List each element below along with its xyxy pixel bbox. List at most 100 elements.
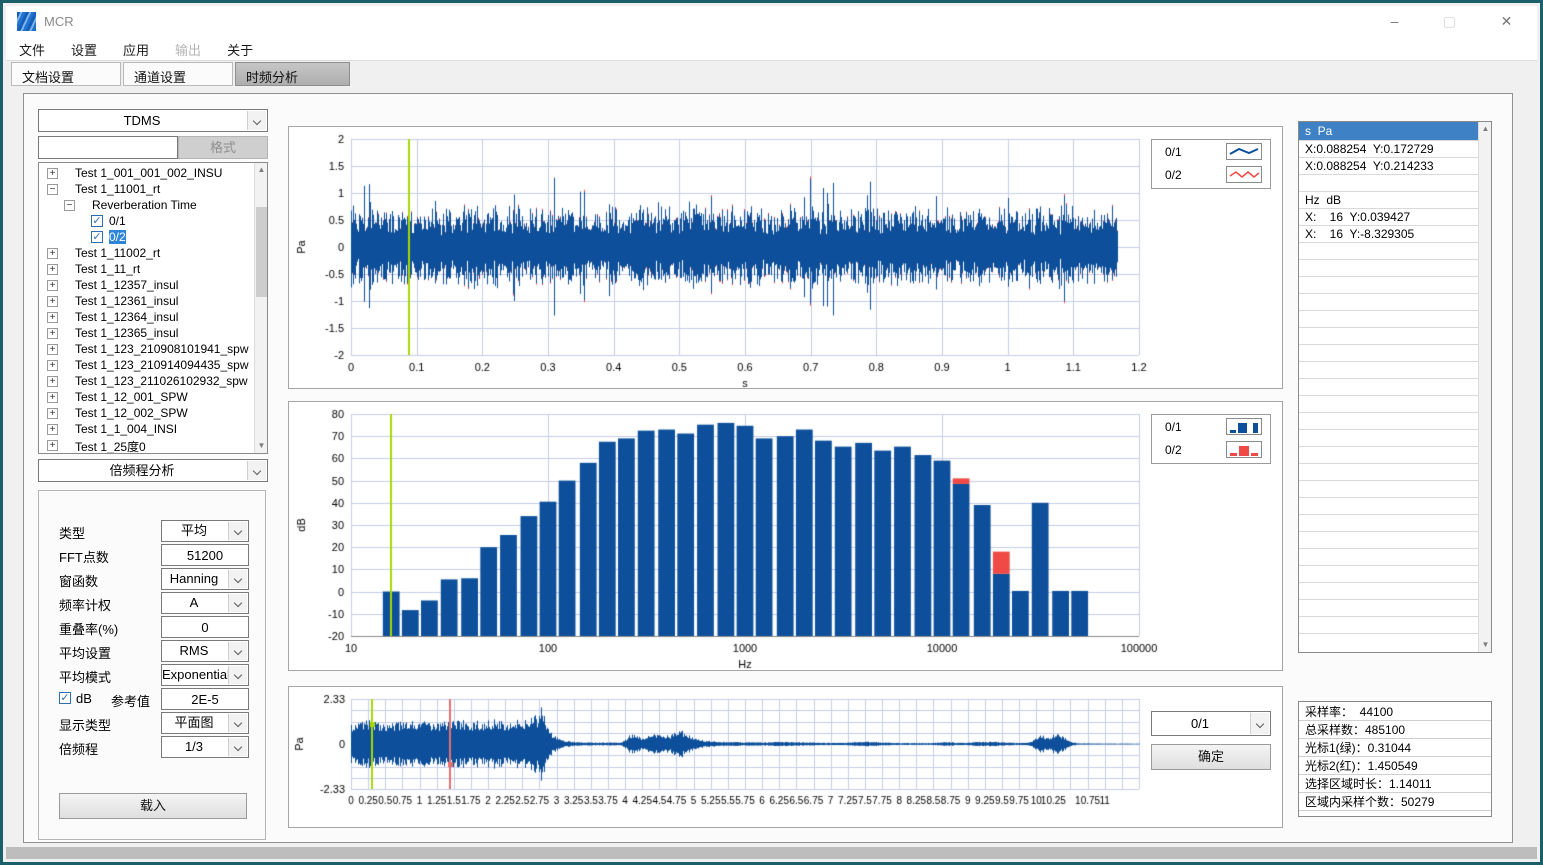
time-waveform-chart[interactable] bbox=[289, 127, 1282, 388]
expand-icon[interactable]: + bbox=[47, 344, 58, 355]
tree-item-label[interactable]: Test 1_12357_insul bbox=[75, 278, 178, 292]
menu-item-4[interactable]: 关于 bbox=[214, 36, 266, 63]
filter-input[interactable] bbox=[38, 136, 178, 159]
tree-item[interactable]: + Test 1_123_210914094435_spw bbox=[39, 357, 254, 373]
db-checkbox[interactable]: ✓ bbox=[59, 692, 71, 704]
readout-row[interactable]: X:0.088254 Y:0.214233 bbox=[1299, 158, 1478, 175]
tree-item[interactable]: +Test 1_12_001_SPW bbox=[39, 389, 254, 405]
readout-row[interactable]: X:0.088254 Y:0.172729 bbox=[1299, 141, 1478, 158]
readout-empty-row[interactable] bbox=[1299, 260, 1478, 277]
readout-row[interactable]: X: 16 Y:-8.329305 bbox=[1299, 226, 1478, 243]
param-select[interactable]: 1/3 bbox=[161, 736, 249, 758]
param-select[interactable]: A bbox=[161, 592, 249, 614]
tree-item-label[interactable]: Test 1_25度0 bbox=[75, 438, 146, 454]
legend-entry[interactable]: 0/1 bbox=[1152, 140, 1270, 163]
readout-empty-row[interactable] bbox=[1299, 464, 1478, 481]
tree-item[interactable]: + Test 1_123_210908101941_spw bbox=[39, 341, 254, 357]
tree-item-label[interactable]: Test 1_12365_insul bbox=[75, 326, 178, 340]
readout-empty-row[interactable] bbox=[1299, 447, 1478, 464]
tree-item[interactable]: +Test 1_11002_rt bbox=[39, 245, 254, 261]
tree-item[interactable]: +Test 1_001_001_002_INSU bbox=[39, 165, 254, 181]
legend-entry[interactable]: 0/2 bbox=[1152, 163, 1270, 186]
param-input[interactable] bbox=[161, 688, 249, 710]
tree-item[interactable]: + Test 1_12_002_SPW bbox=[39, 405, 254, 421]
chevron-down-icon[interactable] bbox=[228, 666, 247, 684]
scroll-down-icon[interactable]: ▼ bbox=[1479, 638, 1492, 652]
param-select[interactable]: 平均 bbox=[161, 520, 249, 542]
readout-scrollbar[interactable]: ▲ ▼ bbox=[1478, 122, 1491, 652]
tree-item[interactable]: ✓ 0/1 bbox=[39, 213, 254, 229]
expand-icon[interactable]: + bbox=[47, 424, 58, 435]
expand-icon[interactable]: + bbox=[47, 440, 58, 451]
readout-empty-row[interactable] bbox=[1299, 379, 1478, 396]
readout-empty-row[interactable] bbox=[1299, 583, 1478, 600]
param-select[interactable]: Hanning bbox=[161, 568, 249, 590]
chevron-down-icon[interactable] bbox=[247, 111, 266, 130]
param-input[interactable] bbox=[161, 544, 249, 566]
minimize-button[interactable]: – bbox=[1372, 6, 1417, 36]
chevron-down-icon[interactable] bbox=[228, 522, 247, 540]
tree-item-label[interactable]: Reverberation Time bbox=[92, 198, 197, 212]
tree-item-label[interactable]: Test 1_001_001_002_INSU bbox=[75, 166, 222, 180]
expand-icon[interactable]: + bbox=[47, 360, 58, 371]
file-format-select[interactable]: TDMS bbox=[38, 109, 268, 132]
tree-item[interactable]: −Test 1_11001_rt bbox=[39, 181, 254, 197]
tree-item-label[interactable]: Test 1_11_rt bbox=[75, 262, 140, 276]
readout-empty-row[interactable] bbox=[1299, 311, 1478, 328]
tab-time-frequency-analysis[interactable]: 时频分析 bbox=[235, 62, 350, 86]
readout-empty-row[interactable] bbox=[1299, 294, 1478, 311]
readout-empty-row[interactable] bbox=[1299, 277, 1478, 294]
readout-empty-row[interactable] bbox=[1299, 430, 1478, 447]
third-octave-spectrum-chart[interactable] bbox=[289, 402, 1282, 670]
expand-icon[interactable]: + bbox=[47, 280, 58, 291]
expand-icon[interactable]: + bbox=[47, 248, 58, 259]
tree-item-label[interactable]: Test 1_12_002_SPW bbox=[75, 406, 188, 420]
legend-entry[interactable]: 0/1 bbox=[1152, 415, 1270, 438]
readout-row[interactable] bbox=[1299, 175, 1478, 192]
maximize-button[interactable]: ▢ bbox=[1427, 6, 1472, 36]
expand-icon[interactable]: + bbox=[47, 312, 58, 323]
tree-item-label[interactable]: Test 1_123_210908101941_spw bbox=[75, 342, 248, 356]
menu-item-0[interactable]: 文件 bbox=[6, 36, 58, 63]
tree-item[interactable]: + Test 1_25度0 bbox=[39, 437, 254, 453]
readout-empty-row[interactable] bbox=[1299, 566, 1478, 583]
expand-icon[interactable]: + bbox=[47, 296, 58, 307]
tree-item[interactable]: − Reverberation Time bbox=[39, 197, 254, 213]
tree-item[interactable]: ✓0/2 bbox=[39, 229, 254, 245]
tree-item-label[interactable]: 0/1 bbox=[109, 214, 126, 228]
chevron-down-icon[interactable] bbox=[228, 594, 247, 612]
readout-empty-row[interactable] bbox=[1299, 600, 1478, 617]
readout-empty-row[interactable] bbox=[1299, 328, 1478, 345]
tree-scroll-thumb[interactable] bbox=[256, 207, 267, 297]
chevron-down-icon[interactable] bbox=[228, 642, 247, 660]
tab-document-settings[interactable]: 文档设置 bbox=[11, 62, 121, 86]
tree-item-label[interactable]: Test 1_123_210914094435_spw bbox=[75, 358, 248, 372]
channel-checkbox[interactable]: ✓ bbox=[91, 215, 103, 227]
expand-icon[interactable]: + bbox=[47, 264, 58, 275]
readout-empty-row[interactable] bbox=[1299, 498, 1478, 515]
expand-icon[interactable]: + bbox=[47, 328, 58, 339]
readout-row[interactable]: Hz dB bbox=[1299, 192, 1478, 209]
readout-empty-row[interactable] bbox=[1299, 549, 1478, 566]
readout-empty-row[interactable] bbox=[1299, 413, 1478, 430]
tree-item-label[interactable]: Test 1_12_001_SPW bbox=[75, 390, 188, 404]
tab-channel-settings[interactable]: 通道设置 bbox=[123, 62, 233, 86]
readout-empty-row[interactable] bbox=[1299, 362, 1478, 379]
readout-empty-row[interactable] bbox=[1299, 532, 1478, 549]
collapse-icon[interactable]: − bbox=[64, 200, 75, 211]
tree-item[interactable]: +Test 1_123_211026102932_spw bbox=[39, 373, 254, 389]
expand-icon[interactable]: + bbox=[47, 408, 58, 419]
tree-item[interactable]: +Test 1_1_004_INSI bbox=[39, 421, 254, 437]
full-record-waveform-chart[interactable] bbox=[289, 687, 1282, 827]
channel-checkbox[interactable]: ✓ bbox=[91, 231, 103, 243]
tree-item-label[interactable]: Test 1_12361_insul bbox=[75, 294, 178, 308]
param-select[interactable]: 平面图 bbox=[161, 712, 249, 734]
tree-item[interactable]: + Test 1_12361_insul bbox=[39, 293, 254, 309]
readout-row[interactable]: X: 16 Y:0.039427 bbox=[1299, 209, 1478, 226]
tree-item-label[interactable]: Test 1_123_211026102932_spw bbox=[75, 374, 248, 388]
tree-item-label[interactable]: Test 1_12364_insul bbox=[75, 310, 178, 324]
chevron-down-icon[interactable] bbox=[1250, 713, 1269, 734]
confirm-button[interactable]: 确定 bbox=[1151, 744, 1271, 770]
param-select[interactable]: RMS bbox=[161, 640, 249, 662]
tree-item[interactable]: + Test 1_12357_insul bbox=[39, 277, 254, 293]
